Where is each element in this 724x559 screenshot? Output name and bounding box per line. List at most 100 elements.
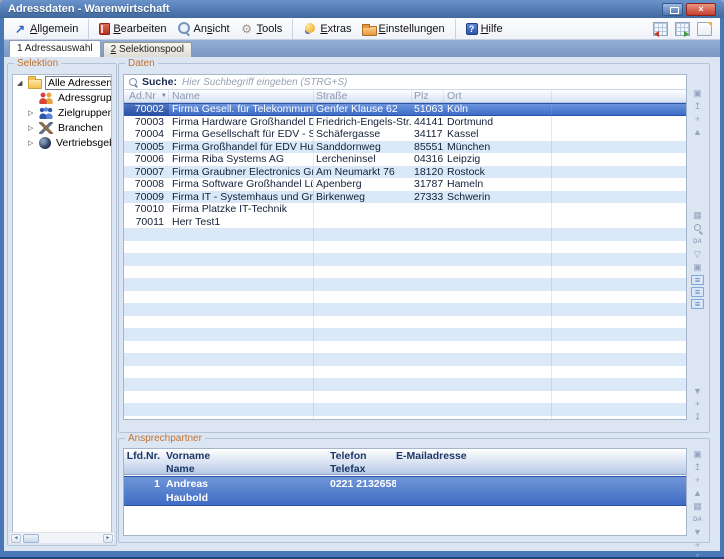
search-icon — [129, 78, 138, 87]
move-first-icon[interactable]: ↥ — [691, 101, 705, 112]
ansprechpartner-label: Ansprechpartner — [125, 433, 205, 444]
filter-icon[interactable]: ▽ — [691, 249, 705, 260]
table-row[interactable]: 70011 Herr Test1 — [124, 216, 686, 229]
sort-az-icon[interactable]: DA — [691, 514, 705, 525]
folder — [28, 79, 42, 89]
copy-page-icon[interactable]: ▣ — [691, 262, 705, 273]
scroll-right-icon[interactable]: ► — [103, 534, 113, 543]
tree-item-alle-adressen[interactable]: ◢ Alle Adressen — [13, 75, 111, 90]
tree-hscrollbar[interactable]: ◄ ► — [10, 532, 114, 543]
menu-allgemein[interactable]: ↗ Allgemein — [8, 19, 89, 39]
tree-expander-icon[interactable]: ▷ — [28, 109, 39, 117]
contact-row[interactable]: 1 AndreasHaubold 0221 2132658 — [124, 476, 686, 506]
menu-label: Einstellungen — [379, 23, 445, 35]
add-icon[interactable]: + — [691, 540, 705, 551]
contact-column-header[interactable]: Lfd.Nr. — [124, 449, 164, 474]
table-row[interactable]: 70010 Firma Platzke IT-Technik — [124, 203, 686, 216]
search-input[interactable]: Hier Suchbegriff eingeben (STRG+S) — [182, 77, 686, 88]
empty-row — [124, 291, 686, 304]
add-icon[interactable]: + — [691, 399, 705, 410]
close-button[interactable]: × — [686, 3, 716, 16]
empty-row — [124, 378, 686, 391]
contact-toolbar-strip: ▣↥+▲▦DA▼+↧ — [689, 449, 706, 538]
menu-hilfe[interactable]: ? Hilfe — [461, 19, 508, 39]
empty-row — [124, 328, 686, 341]
empty-row — [124, 341, 686, 354]
tab-adressauswahl[interactable]: 1 Adressauswahl — [9, 40, 101, 57]
export-grid-icon[interactable] — [653, 22, 668, 36]
cell-strasse — [314, 216, 412, 229]
move-first-icon[interactable]: ↥ — [691, 462, 705, 473]
table-row[interactable]: 70002 Firma Gesell. für Telekommunikatio… — [124, 103, 686, 116]
cell-strasse: Am Neumarkt 76 — [314, 166, 412, 179]
address-table: Suche: Hier Suchbegriff eingeben (STRG+S… — [123, 74, 687, 420]
contact-column-header[interactable]: TelefonTelefax — [330, 449, 396, 474]
table-toolbar-strip: ▣↥+▲ ▦DA▽▣≡≡≡ ▼+↧ — [689, 88, 706, 418]
table-row[interactable]: 70005 Firma Großhandel für EDV Hutner Sa… — [124, 141, 686, 154]
tree-item-zielgruppen[interactable]: ▷ Zielgruppen — [13, 105, 111, 120]
column-header[interactable]: Ad.Nr▼ — [124, 90, 169, 102]
move-down-icon[interactable]: ▼ — [691, 386, 705, 397]
refresh-grid-icon[interactable] — [675, 22, 690, 36]
ansprechpartner-groupbox: Ansprechpartner Lfd.Nr. VornameName Tele… — [118, 438, 710, 543]
column-header[interactable]: Plz — [412, 90, 444, 102]
move-up-icon[interactable]: ▲ — [691, 127, 705, 138]
tree-expander-icon[interactable]: ◢ — [17, 79, 28, 87]
contact-column-header[interactable]: VornameName — [164, 449, 330, 474]
empty-row — [124, 403, 686, 416]
column-header[interactable]: Straße — [314, 90, 412, 102]
table-row[interactable]: 70004 Firma Gesellschaft für EDV - Syste… — [124, 128, 686, 141]
move-last-icon[interactable]: ↧ — [691, 412, 705, 423]
cell-name: Firma IT - Systemhaus und Großhandel — [169, 191, 314, 204]
tree-item-branchen[interactable]: ▷ Branchen — [13, 120, 111, 135]
content-area: Selektion ◢ Alle Adressen Adressgr — [4, 57, 720, 551]
column-header[interactable]: Name — [169, 90, 314, 102]
columns-icon[interactable]: ▦ — [691, 501, 705, 512]
table-row[interactable]: 70003 Firma Hardware Großhandel Dortmund… — [124, 116, 686, 129]
tree-expander-icon[interactable]: ▷ — [28, 139, 39, 147]
table-row[interactable]: 70007 Firma Graubner Electronics GmbH Am… — [124, 166, 686, 179]
columns-icon[interactable]: ▦ — [691, 210, 705, 221]
menu-einstellungen[interactable]: Einstellungen — [357, 19, 456, 39]
new-document-icon[interactable] — [697, 22, 712, 36]
scroll-left-icon[interactable]: ◄ — [11, 534, 21, 543]
cell-filler — [552, 141, 686, 154]
menu-label: Tools — [257, 23, 283, 35]
tab-selektionspool[interactable]: 2 Selektionspool — [103, 42, 192, 57]
table-row[interactable]: 70006 Firma Riba Systems AG Lercheninsel… — [124, 153, 686, 166]
copy-icon[interactable]: ▣ — [691, 88, 705, 99]
tree-item-adressgruppen[interactable]: Adressgruppen — [13, 90, 111, 105]
contact-column-header[interactable]: E-Mailadresse — [396, 449, 686, 474]
move-down-icon[interactable]: ▼ — [691, 527, 705, 538]
copy-icon[interactable]: ▣ — [691, 449, 705, 460]
menu-ansicht[interactable]: Ansicht — [172, 19, 235, 39]
menu-bearbeiten[interactable]: Bearbeiten — [94, 19, 171, 39]
tree-item-vertriebsgebiete[interactable]: ▷ Vertriebsgebiete — [13, 135, 111, 150]
move-last-icon[interactable]: ↧ — [691, 553, 705, 559]
tree-expander-icon[interactable]: ▷ — [28, 124, 39, 132]
cell-ort — [444, 216, 552, 229]
cell-adnr: 70004 — [124, 128, 169, 141]
tree-item-label: Vertriebsgebiete — [54, 137, 112, 149]
column-header[interactable]: Ort — [444, 90, 552, 102]
move-up-icon[interactable]: ▲ — [691, 488, 705, 499]
cell-telefon-telefax: 0221 2132658 — [330, 477, 396, 505]
cell-vorname-name: AndreasHaubold — [164, 477, 330, 505]
add-icon[interactable]: + — [691, 114, 705, 125]
scrollbar-thumb[interactable] — [23, 534, 39, 543]
search-label: Suche: — [142, 76, 177, 88]
table-row[interactable]: 70008 Firma Software Großhandel Lübke AG… — [124, 178, 686, 191]
list-view-icon[interactable]: ≡ — [691, 299, 704, 309]
list-view-icon[interactable]: ≡ — [691, 287, 704, 297]
titlebar[interactable]: Adressdaten - Warenwirtschaft × — [0, 0, 724, 18]
list-view-icon[interactable]: ≡ — [691, 275, 704, 285]
add-icon[interactable]: + — [691, 475, 705, 486]
menu-extras[interactable]: Extras — [298, 19, 356, 39]
cell-plz: 44141 — [412, 116, 444, 129]
menu-tools[interactable]: ⚙ Tools — [235, 19, 294, 39]
selektion-groupbox: Selektion ◢ Alle Adressen Adressgr — [7, 63, 117, 546]
table-row[interactable]: 70009 Firma IT - Systemhaus und Großhand… — [124, 191, 686, 204]
search-icon[interactable] — [691, 223, 705, 234]
sort-az-icon[interactable]: DA — [691, 236, 705, 247]
restore-button[interactable] — [662, 3, 683, 16]
